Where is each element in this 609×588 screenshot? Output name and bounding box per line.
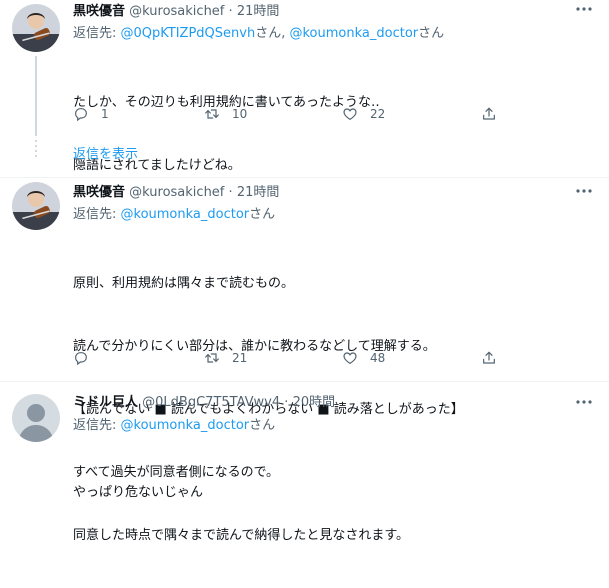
handle[interactable]: @0LdBgC7T5TAVwv4 — [142, 395, 280, 410]
reply-button[interactable]: 1 — [73, 105, 109, 123]
reply-icon — [73, 350, 89, 366]
separator: · — [228, 185, 233, 200]
display-name[interactable]: 黒咲優音 — [73, 4, 125, 19]
reply-prefix: 返信先: — [73, 207, 121, 222]
tweet-line: 原則、利用規約は隅々まで読むもの。 — [73, 276, 295, 291]
avatar[interactable] — [12, 182, 60, 230]
tweet-header: 黒咲優音 @kurosakichef · 21時間 — [73, 184, 279, 202]
thread-line — [35, 56, 37, 136]
tweet-actions: 21 48 — [73, 349, 513, 367]
more-icon[interactable] — [575, 184, 593, 198]
mention-link[interactable]: @koumonka_doctor — [121, 418, 250, 433]
separator: · — [284, 395, 289, 410]
reply-separator: さん, — [255, 26, 290, 41]
tweet-text: やっぱり危ないじゃん — [73, 440, 203, 545]
thread-dots — [35, 140, 37, 160]
reply-count: 1 — [101, 107, 109, 121]
tweet-header: 黒咲優音 @kurosakichef · 21時間 — [73, 3, 279, 21]
share-button[interactable] — [481, 105, 497, 123]
retweet-button[interactable]: 10 — [204, 105, 247, 123]
reply-context: 返信先: @koumonka_doctorさん — [73, 206, 275, 224]
reply-icon — [73, 106, 89, 122]
more-icon[interactable] — [575, 2, 593, 16]
retweet-count: 21 — [232, 351, 248, 365]
retweet-count: 10 — [232, 107, 248, 121]
avatar[interactable] — [12, 394, 60, 442]
retweet-icon — [204, 350, 220, 366]
like-icon — [342, 106, 358, 122]
tweet-1[interactable]: 黒咲優音 @kurosakichef · 21時間 返信先: @0QpKTIZP… — [0, 0, 609, 178]
tweet-2[interactable]: 黒咲優音 @kurosakichef · 21時間 返信先: @koumonka… — [0, 178, 609, 543]
share-icon — [481, 106, 497, 122]
separator: · — [228, 4, 233, 19]
reply-prefix: 返信先: — [73, 418, 121, 433]
retweet-icon — [204, 106, 220, 122]
share-icon — [481, 350, 497, 366]
reply-button[interactable] — [73, 349, 101, 367]
retweet-button[interactable]: 21 — [204, 349, 247, 367]
avatar[interactable] — [12, 4, 60, 52]
like-count: 22 — [370, 107, 386, 121]
display-name[interactable]: ミドル巨人 — [73, 395, 138, 410]
reply-suffix: さん — [249, 418, 276, 433]
mention-link[interactable]: @0QpKTIZPdQSenvh — [121, 26, 256, 41]
reply-suffix: さん — [418, 26, 445, 41]
timestamp[interactable]: 21時間 — [237, 4, 280, 19]
show-replies-link[interactable]: 返信を表示 — [73, 143, 138, 162]
tweet-header: ミドル巨人 @0LdBgC7T5TAVwv4 · 20時間 — [73, 394, 335, 412]
mention-link[interactable]: @koumonka_doctor — [289, 26, 418, 41]
handle[interactable]: @kurosakichef — [129, 4, 224, 19]
display-name[interactable]: 黒咲優音 — [73, 185, 125, 200]
like-button[interactable]: 48 — [342, 349, 385, 367]
like-icon — [342, 350, 358, 366]
more-icon[interactable] — [575, 395, 593, 409]
handle[interactable]: @kurosakichef — [129, 185, 224, 200]
tweet-3[interactable]: ミドル巨人 @0LdBgC7T5TAVwv4 · 20時間 返信先: @koum… — [0, 382, 609, 500]
like-button[interactable]: 22 — [342, 105, 385, 123]
timestamp[interactable]: 21時間 — [237, 185, 280, 200]
reply-prefix: 返信先: — [73, 26, 121, 41]
timestamp[interactable]: 20時間 — [293, 395, 336, 410]
reply-context: 返信先: @0QpKTIZPdQSenvhさん, @koumonka_docto… — [73, 25, 444, 43]
tweet-actions: 1 10 22 — [73, 105, 513, 123]
like-count: 48 — [370, 351, 386, 365]
mention-link[interactable]: @koumonka_doctor — [121, 207, 250, 222]
share-button[interactable] — [481, 349, 497, 367]
tweet-line: やっぱり危ないじゃん — [73, 485, 204, 500]
reply-suffix: さん — [249, 207, 276, 222]
reply-context: 返信先: @koumonka_doctorさん — [73, 417, 275, 435]
